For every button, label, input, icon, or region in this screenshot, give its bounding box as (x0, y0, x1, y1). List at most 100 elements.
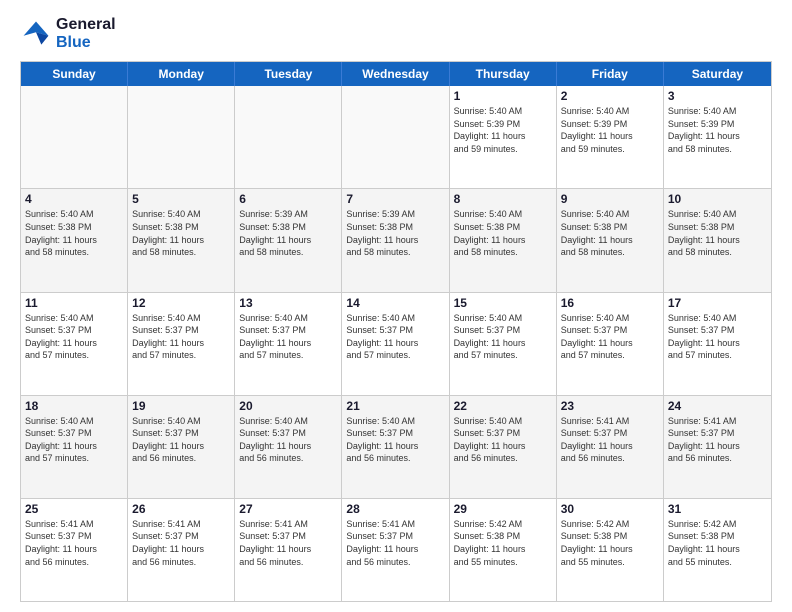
calendar-cell: 24Sunrise: 5:41 AM Sunset: 5:37 PM Dayli… (664, 396, 771, 498)
logo: General Blue (20, 16, 116, 51)
calendar-cell: 2 Sunrise: 5:40 AM Sunset: 5:39 PM Daylig… (557, 86, 664, 188)
calendar-cell: 30 Sunrise: 5:42 AM Sunset: 5:38 PM Dayli… (557, 499, 664, 601)
calendar-cell: 7 Sunrise: 5:39 AM Sunset: 5:38 PM Daylig… (342, 189, 449, 291)
day-number: 7 (346, 192, 444, 206)
cell-info: Sunrise: 5:40 AM Sunset: 5:39 PM Dayligh… (668, 105, 767, 155)
cell-info: Sunrise: 5:40 AM Sunset: 5:37 PM Dayligh… (561, 312, 659, 362)
calendar-cell: 11 Sunrise: 5:40 AM Sunset: 5:37 PM Dayli… (21, 293, 128, 395)
calendar-cell: 29 Sunrise: 5:42 AM Sunset: 5:38 PM Dayli… (450, 499, 557, 601)
calendar-cell: 19Sunrise: 5:40 AM Sunset: 5:37 PM Dayli… (128, 396, 235, 498)
day-number: 6 (239, 192, 337, 206)
cell-info: Sunrise: 5:40 AM Sunset: 5:37 PM Dayligh… (239, 415, 337, 465)
calendar-cell: 21Sunrise: 5:40 AM Sunset: 5:37 PM Dayli… (342, 396, 449, 498)
day-number: 27 (239, 502, 337, 516)
day-number: 25 (25, 502, 123, 516)
calendar-cell: 16 Sunrise: 5:40 AM Sunset: 5:37 PM Dayli… (557, 293, 664, 395)
cell-info: Sunrise: 5:40 AM Sunset: 5:38 PM Dayligh… (668, 208, 767, 258)
header-day-tuesday: Tuesday (235, 62, 342, 86)
cell-info: Sunrise: 5:40 AM Sunset: 5:37 PM Dayligh… (239, 312, 337, 362)
calendar-cell: 9 Sunrise: 5:40 AM Sunset: 5:38 PM Daylig… (557, 189, 664, 291)
cell-info: Sunrise: 5:40 AM Sunset: 5:37 PM Dayligh… (25, 312, 123, 362)
day-number: 18 (25, 399, 123, 413)
cell-info: Sunrise: 5:40 AM Sunset: 5:39 PM Dayligh… (561, 105, 659, 155)
cell-info: Sunrise: 5:40 AM Sunset: 5:38 PM Dayligh… (25, 208, 123, 258)
calendar-cell: 6 Sunrise: 5:39 AM Sunset: 5:38 PM Daylig… (235, 189, 342, 291)
header-day-saturday: Saturday (664, 62, 771, 86)
cell-info: Sunrise: 5:40 AM Sunset: 5:37 PM Dayligh… (454, 415, 552, 465)
calendar-page: General Blue SundayMondayTuesdayWednesda… (0, 0, 792, 612)
cell-info: Sunrise: 5:40 AM Sunset: 5:39 PM Dayligh… (454, 105, 552, 155)
cell-info: Sunrise: 5:41 AM Sunset: 5:37 PM Dayligh… (132, 518, 230, 568)
cell-info: Sunrise: 5:42 AM Sunset: 5:38 PM Dayligh… (668, 518, 767, 568)
header-day-sunday: Sunday (21, 62, 128, 86)
calendar-week-3: 11 Sunrise: 5:40 AM Sunset: 5:37 PM Dayli… (21, 292, 771, 395)
header-day-monday: Monday (128, 62, 235, 86)
calendar-cell: 12Sunrise: 5:40 AM Sunset: 5:37 PM Dayli… (128, 293, 235, 395)
day-number: 31 (668, 502, 767, 516)
day-number: 22 (454, 399, 552, 413)
calendar-cell: 27 Sunrise: 5:41 AM Sunset: 5:37 PM Dayli… (235, 499, 342, 601)
calendar-cell: 31 Sunrise: 5:42 AM Sunset: 5:38 PM Dayli… (664, 499, 771, 601)
day-number: 15 (454, 296, 552, 310)
calendar-cell: 28 Sunrise: 5:41 AM Sunset: 5:37 PM Dayli… (342, 499, 449, 601)
calendar-header: SundayMondayTuesdayWednesdayThursdayFrid… (21, 62, 771, 86)
cell-info: Sunrise: 5:42 AM Sunset: 5:38 PM Dayligh… (454, 518, 552, 568)
day-number: 13 (239, 296, 337, 310)
cell-info: Sunrise: 5:40 AM Sunset: 5:37 PM Dayligh… (346, 415, 444, 465)
logo-icon (20, 18, 52, 50)
cell-info: Sunrise: 5:42 AM Sunset: 5:38 PM Dayligh… (561, 518, 659, 568)
day-number: 29 (454, 502, 552, 516)
cell-info: Sunrise: 5:40 AM Sunset: 5:38 PM Dayligh… (132, 208, 230, 258)
header-day-thursday: Thursday (450, 62, 557, 86)
calendar-cell: 17 Sunrise: 5:40 AM Sunset: 5:37 PM Dayli… (664, 293, 771, 395)
cell-info: Sunrise: 5:40 AM Sunset: 5:37 PM Dayligh… (346, 312, 444, 362)
calendar-week-2: 4 Sunrise: 5:40 AM Sunset: 5:38 PM Daylig… (21, 188, 771, 291)
calendar-cell: 4 Sunrise: 5:40 AM Sunset: 5:38 PM Daylig… (21, 189, 128, 291)
calendar-cell: 25 Sunrise: 5:41 AM Sunset: 5:37 PM Dayli… (21, 499, 128, 601)
cell-info: Sunrise: 5:41 AM Sunset: 5:37 PM Dayligh… (25, 518, 123, 568)
calendar-cell: 15 Sunrise: 5:40 AM Sunset: 5:37 PM Dayli… (450, 293, 557, 395)
cell-info: Sunrise: 5:41 AM Sunset: 5:37 PM Dayligh… (346, 518, 444, 568)
calendar: SundayMondayTuesdayWednesdayThursdayFrid… (20, 61, 772, 602)
day-number: 26 (132, 502, 230, 516)
calendar-cell (128, 86, 235, 188)
calendar-week-5: 25 Sunrise: 5:41 AM Sunset: 5:37 PM Dayli… (21, 498, 771, 601)
cell-info: Sunrise: 5:41 AM Sunset: 5:37 PM Dayligh… (239, 518, 337, 568)
cell-info: Sunrise: 5:39 AM Sunset: 5:38 PM Dayligh… (346, 208, 444, 258)
cell-info: Sunrise: 5:39 AM Sunset: 5:38 PM Dayligh… (239, 208, 337, 258)
day-number: 9 (561, 192, 659, 206)
day-number: 11 (25, 296, 123, 310)
day-number: 1 (454, 89, 552, 103)
cell-info: Sunrise: 5:40 AM Sunset: 5:37 PM Dayligh… (132, 312, 230, 362)
calendar-cell: 1 Sunrise: 5:40 AM Sunset: 5:39 PM Daylig… (450, 86, 557, 188)
cell-info: Sunrise: 5:40 AM Sunset: 5:37 PM Dayligh… (454, 312, 552, 362)
day-number: 14 (346, 296, 444, 310)
cell-info: Sunrise: 5:40 AM Sunset: 5:38 PM Dayligh… (561, 208, 659, 258)
calendar-cell (235, 86, 342, 188)
day-number: 16 (561, 296, 659, 310)
calendar-cell (342, 86, 449, 188)
cell-info: Sunrise: 5:40 AM Sunset: 5:37 PM Dayligh… (25, 415, 123, 465)
calendar-week-1: 1 Sunrise: 5:40 AM Sunset: 5:39 PM Daylig… (21, 86, 771, 188)
day-number: 17 (668, 296, 767, 310)
day-number: 28 (346, 502, 444, 516)
cell-info: Sunrise: 5:41 AM Sunset: 5:37 PM Dayligh… (561, 415, 659, 465)
day-number: 3 (668, 89, 767, 103)
calendar-cell (21, 86, 128, 188)
day-number: 20 (239, 399, 337, 413)
calendar-cell: 13 Sunrise: 5:40 AM Sunset: 5:37 PM Dayli… (235, 293, 342, 395)
calendar-cell: 22 Sunrise: 5:40 AM Sunset: 5:37 PM Dayli… (450, 396, 557, 498)
day-number: 30 (561, 502, 659, 516)
cell-info: Sunrise: 5:40 AM Sunset: 5:37 PM Dayligh… (132, 415, 230, 465)
day-number: 4 (25, 192, 123, 206)
day-number: 8 (454, 192, 552, 206)
calendar-cell: 3 Sunrise: 5:40 AM Sunset: 5:39 PM Daylig… (664, 86, 771, 188)
day-number: 23 (561, 399, 659, 413)
logo-text: General Blue (56, 16, 116, 51)
cell-info: Sunrise: 5:40 AM Sunset: 5:37 PM Dayligh… (668, 312, 767, 362)
cell-info: Sunrise: 5:40 AM Sunset: 5:38 PM Dayligh… (454, 208, 552, 258)
calendar-cell: 14 Sunrise: 5:40 AM Sunset: 5:37 PM Dayli… (342, 293, 449, 395)
day-number: 2 (561, 89, 659, 103)
cell-info: Sunrise: 5:41 AM Sunset: 5:37 PM Dayligh… (668, 415, 767, 465)
calendar-cell: 23 Sunrise: 5:41 AM Sunset: 5:37 PM Dayli… (557, 396, 664, 498)
